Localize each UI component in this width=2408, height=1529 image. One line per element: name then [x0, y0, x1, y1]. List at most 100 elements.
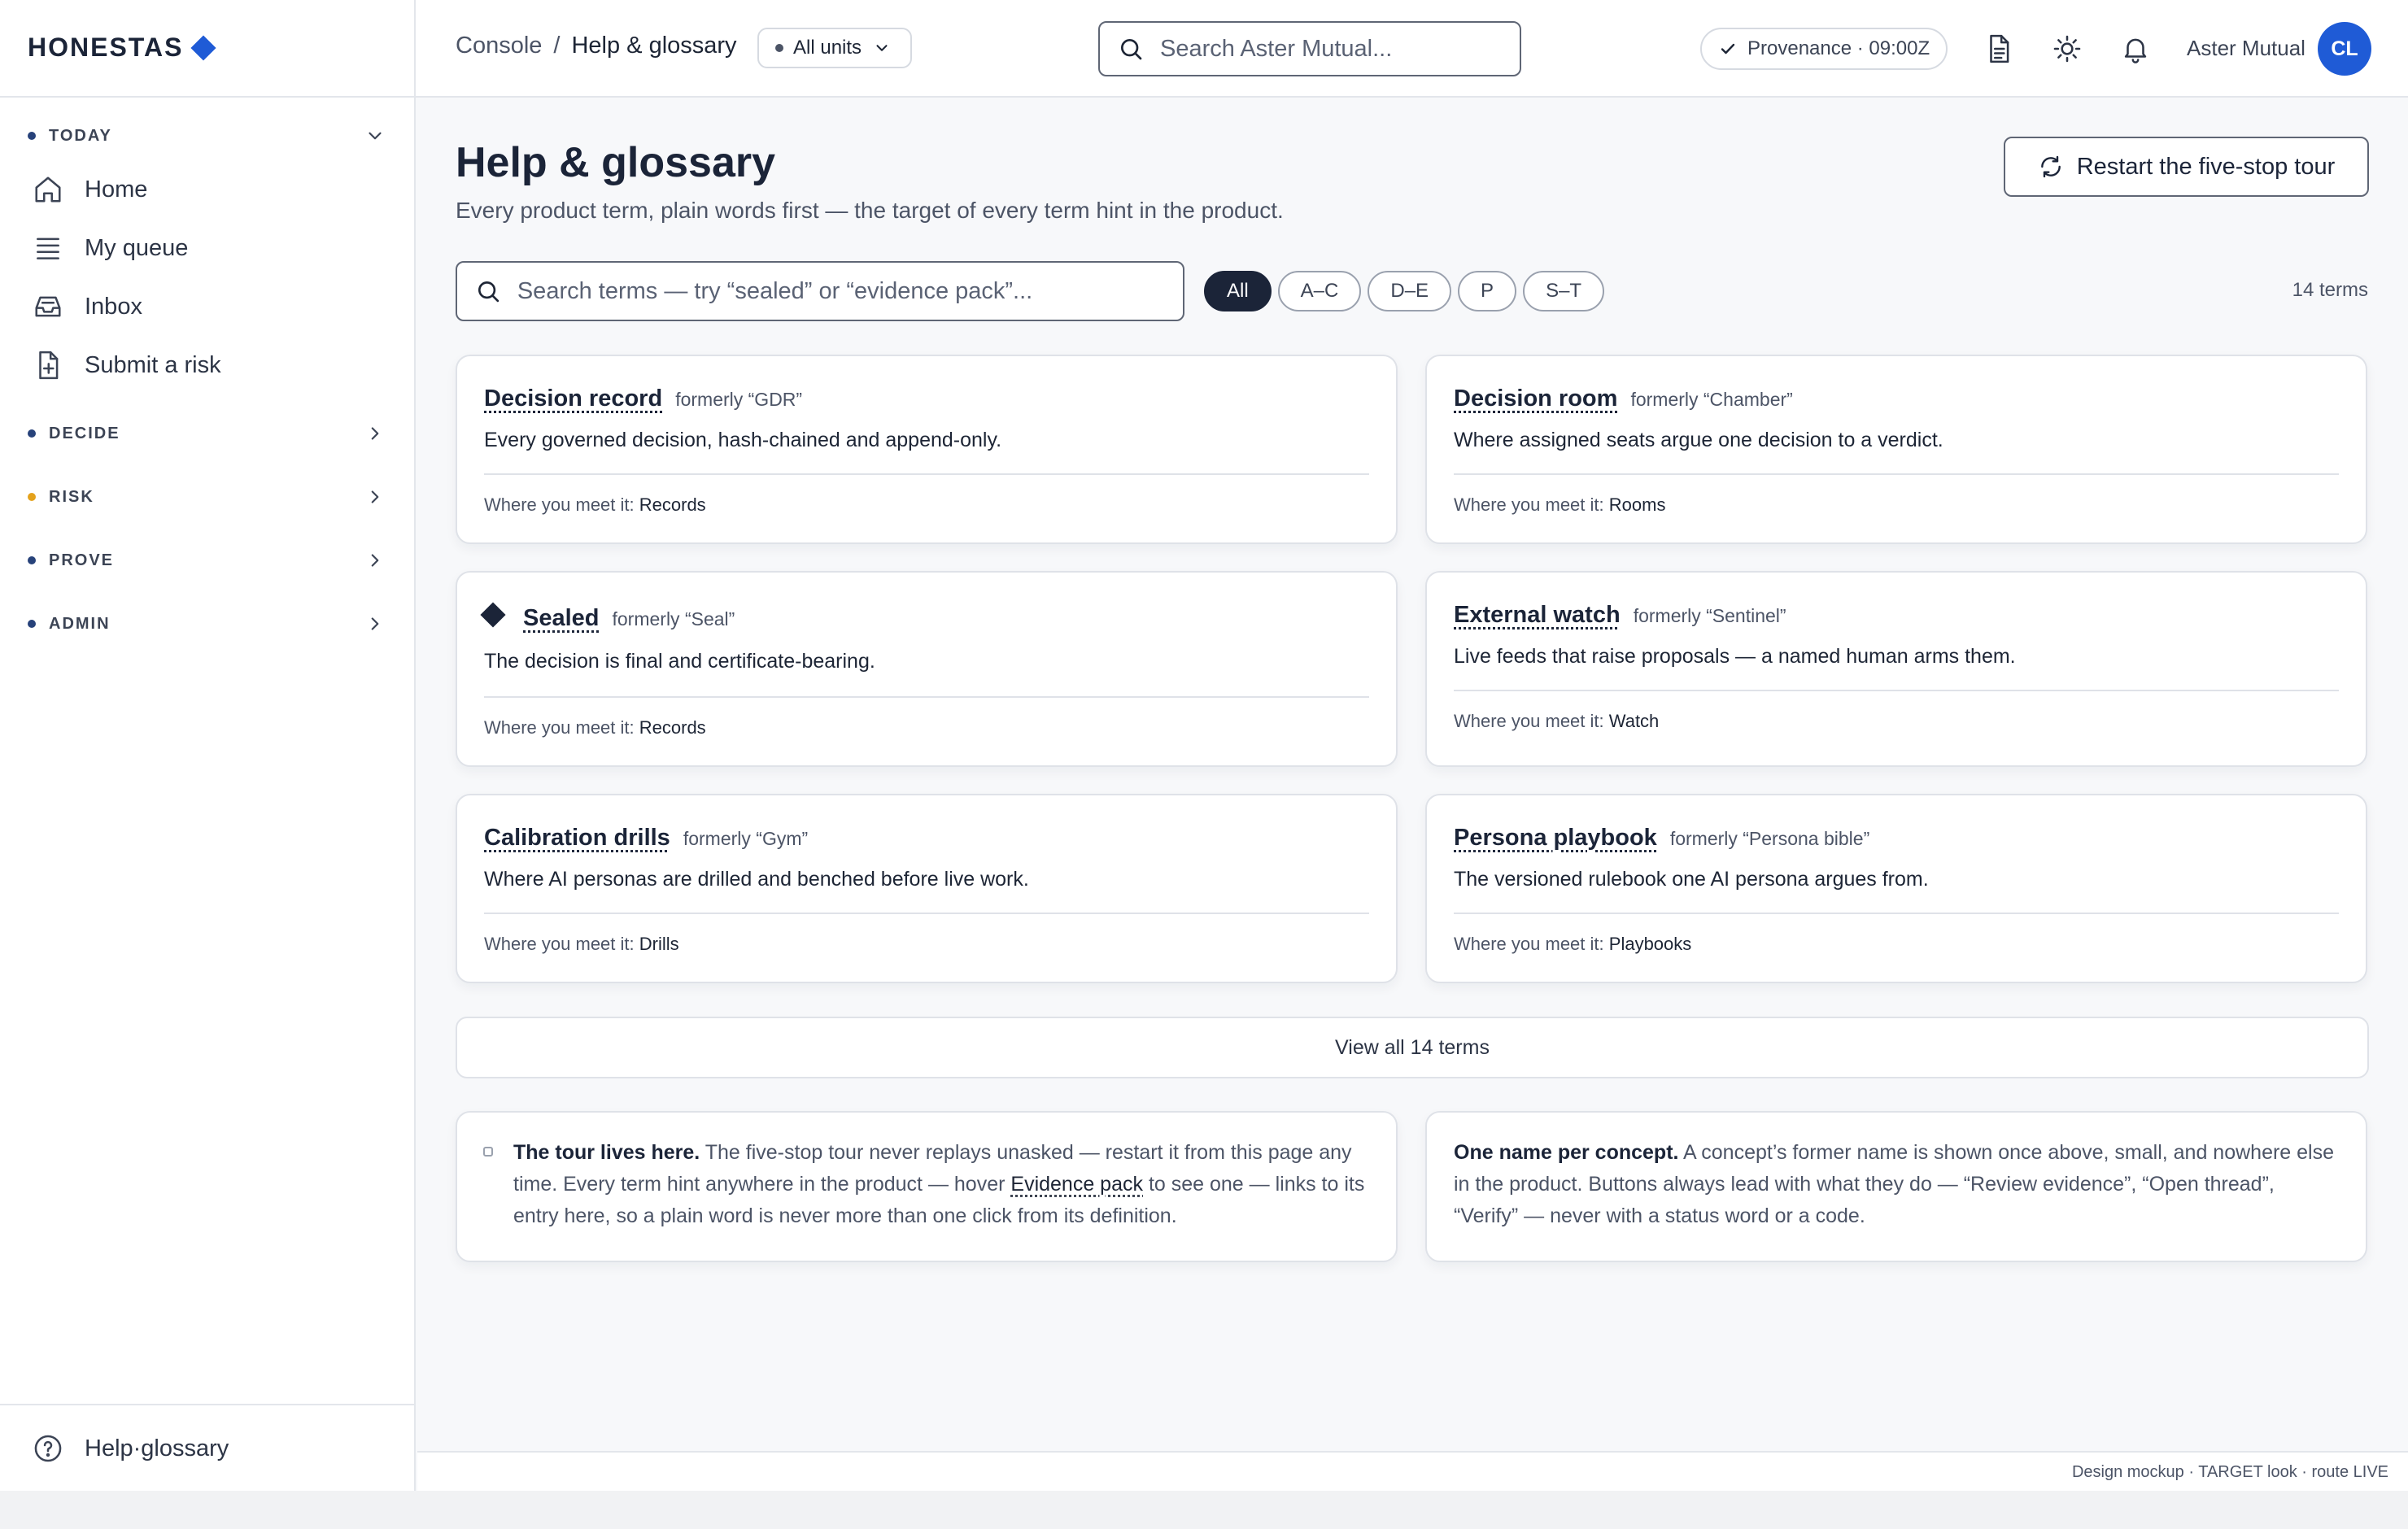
naming-note-card: One name per concept. A concept’s former…: [1425, 1111, 2367, 1262]
where-location: Records: [639, 717, 706, 738]
term-where: Where you meet it: Playbooks: [1454, 934, 1691, 955]
term-where: Where you meet it: Rooms: [1454, 494, 1665, 516]
topbar: Console / Help & glossary All units Prov…: [416, 0, 2408, 98]
sidebar-divider: [0, 96, 416, 98]
term-former-name: formerly “Chamber”: [1630, 389, 1793, 410]
units-dot: [775, 44, 783, 52]
check-icon: [1721, 43, 1735, 54]
card-divider: [1454, 913, 2339, 914]
where-location: Records: [639, 494, 706, 515]
sidebar-item-home[interactable]: Home: [33, 169, 390, 210]
search-icon: [478, 281, 499, 303]
where-label: Where you meet it:: [1454, 494, 1604, 515]
term-card-sealed: Sealed formerly “Seal” The decision is f…: [456, 571, 1398, 767]
filter-chip-s-t[interactable]: S–T: [1523, 271, 1605, 311]
provenance-badge[interactable]: Provenance · 09:00Z: [1700, 28, 1948, 70]
term-link[interactable]: Calibration drills: [484, 825, 670, 852]
term-card-decision-record: Decision record formerly “GDR” Every gov…: [456, 355, 1398, 544]
brand-name: HONESTAS: [28, 33, 184, 62]
view-all-terms-button[interactable]: View all 14 terms: [456, 1017, 2369, 1078]
term-link[interactable]: Sealed: [523, 605, 600, 632]
section-label: RISK: [49, 487, 94, 506]
notifications-button[interactable]: [2118, 31, 2153, 67]
term-card-persona-playbook: Persona playbook formerly “Persona bible…: [1425, 794, 2367, 983]
section-dot: [28, 556, 36, 564]
chevron-right-icon: [371, 554, 379, 567]
sidebar-item-my-queue[interactable]: My queue: [33, 228, 390, 268]
section-prove[interactable]: PROVE: [28, 547, 386, 574]
term-link[interactable]: Decision room: [1454, 386, 1617, 412]
where-location: Watch: [1608, 711, 1660, 731]
section-decide[interactable]: DECIDE: [28, 420, 386, 447]
brand-logo[interactable]: HONESTAS: [28, 33, 216, 63]
breadcrumb-current: Help & glossary: [571, 33, 737, 59]
where-label: Where you meet it:: [484, 717, 635, 738]
term-link[interactable]: Decision record: [484, 386, 662, 412]
breadcrumb-root[interactable]: Console: [456, 33, 542, 59]
term-definition: Every governed decision, hash-chained an…: [484, 429, 1002, 451]
evidence-pack-term-hint[interactable]: Evidence pack: [1010, 1173, 1143, 1196]
section-label: ADMIN: [49, 614, 111, 633]
term-search[interactable]: [456, 261, 1184, 321]
chevron-right-icon: [371, 427, 379, 440]
global-search-input[interactable]: [1160, 35, 1502, 63]
where-label: Where you meet it:: [1454, 711, 1604, 731]
restart-tour-button[interactable]: Restart the five-stop tour: [2004, 137, 2369, 197]
sidebar-item-inbox[interactable]: Inbox: [33, 286, 390, 327]
provenance-text: Provenance · 09:00Z: [1747, 37, 1930, 59]
term-card-decision-room: Decision room formerly “Chamber” Where a…: [1425, 355, 2367, 544]
filter-chip-a-c[interactable]: A–C: [1277, 271, 1362, 311]
term-definition: Live feeds that raise proposals — a name…: [1454, 645, 2016, 668]
app-window: HONESTAS TODAY Home My queue Inbox Submi…: [0, 0, 2408, 1491]
units-select-value: All units: [793, 37, 862, 59]
card-divider: [484, 696, 1369, 698]
section-risk[interactable]: RISK: [28, 483, 386, 511]
theme-toggle-button[interactable]: [2049, 31, 2085, 67]
section-label: PROVE: [49, 551, 115, 569]
document-button[interactable]: [1981, 31, 2017, 67]
filter-chip-p[interactable]: P: [1458, 271, 1517, 311]
sidebar-item-help-glossary[interactable]: Help·glossary: [33, 1428, 229, 1469]
term-former-name: formerly “GDR”: [675, 389, 803, 410]
brand-diamond-icon: [190, 34, 216, 61]
document-icon: [1990, 34, 2009, 63]
where-location: Drills: [639, 934, 679, 954]
section-today[interactable]: TODAY: [28, 122, 386, 150]
home-icon: [35, 176, 61, 203]
units-select[interactable]: All units: [757, 28, 913, 68]
term-definition: The decision is final and certificate-be…: [484, 650, 875, 673]
filter-chip-all[interactable]: All: [1204, 271, 1272, 311]
section-dot: [28, 620, 36, 628]
file-plus-icon: [39, 351, 59, 380]
section-label: TODAY: [49, 126, 112, 145]
term-where: Where you meet it: Drills: [484, 934, 679, 955]
section-dot: [28, 493, 36, 501]
tour-note-card: The tour lives here. The five-stop tour …: [456, 1111, 1398, 1262]
org-name: Aster Mutual: [2187, 36, 2305, 60]
where-label: Where you meet it:: [1454, 934, 1604, 954]
tour-note-heading: The tour lives here.: [513, 1141, 700, 1164]
term-link[interactable]: External watch: [1454, 602, 1621, 629]
section-admin[interactable]: ADMIN: [28, 610, 386, 638]
sidebar-item-label: My queue: [85, 234, 189, 261]
section-dot: [28, 132, 36, 140]
sealed-diamond-icon: [480, 602, 506, 628]
sidebar-item-label: Inbox: [85, 293, 142, 320]
where-location: Playbooks: [1608, 934, 1692, 954]
chevron-down-icon: [876, 45, 888, 51]
page-title: Help & glossary: [456, 139, 776, 186]
filter-chip-d-e[interactable]: D–E: [1368, 271, 1452, 311]
inbox-icon: [35, 296, 61, 317]
card-divider: [1454, 690, 2339, 691]
term-former-name: formerly “Gym”: [683, 828, 809, 849]
avatar[interactable]: CL: [2318, 22, 2371, 76]
refresh-icon: [2040, 155, 2061, 178]
term-card-external-watch: External watch formerly “Sentinel” Live …: [1425, 571, 2367, 767]
term-link[interactable]: Persona playbook: [1454, 825, 1657, 852]
card-divider: [484, 473, 1369, 475]
global-search[interactable]: [1098, 21, 1521, 76]
sidebar-item-submit-risk[interactable]: Submit a risk: [33, 345, 390, 386]
term-search-input[interactable]: [517, 277, 1165, 305]
sidebar: HONESTAS TODAY Home My queue Inbox Submi…: [0, 0, 416, 1491]
term-card-calibration-drills: Calibration drills formerly “Gym” Where …: [456, 794, 1398, 983]
